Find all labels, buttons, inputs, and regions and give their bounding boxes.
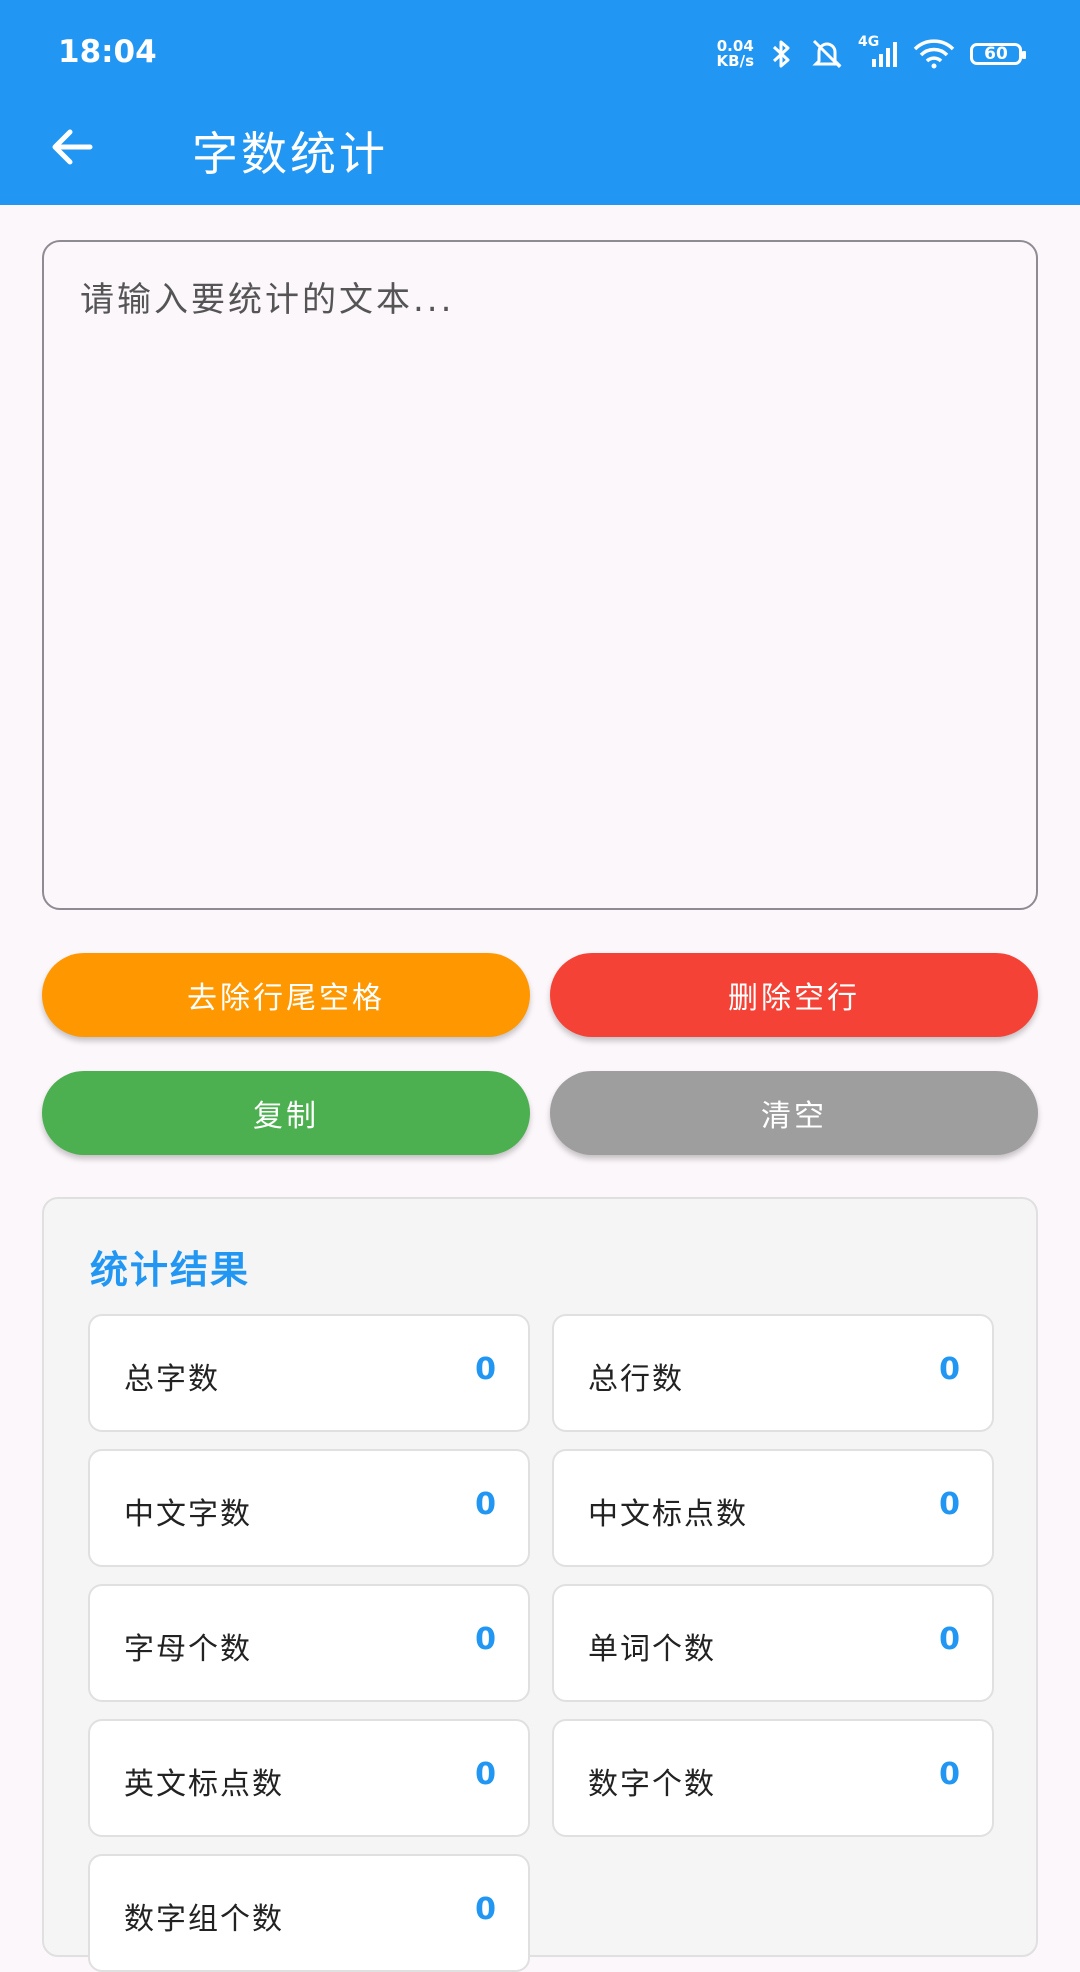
stat-words: 单词个数 0 bbox=[552, 1584, 994, 1702]
stat-label: 单词个数 bbox=[588, 1632, 716, 1667]
stat-total-lines: 总行数 0 bbox=[552, 1314, 994, 1432]
page-title: 字数统计 bbox=[192, 127, 388, 181]
status-icons: 0.04 KB/s 4G 60 bbox=[717, 34, 1026, 70]
stat-chinese-punctuation: 中文标点数 0 bbox=[552, 1449, 994, 1567]
battery-icon: 60 bbox=[970, 43, 1026, 65]
stat-value: 0 bbox=[475, 1487, 496, 1522]
stat-value: 0 bbox=[475, 1892, 496, 1927]
stat-total-chars: 总字数 0 bbox=[88, 1314, 530, 1432]
stat-label: 英文标点数 bbox=[124, 1767, 284, 1802]
stat-label: 数字个数 bbox=[588, 1767, 716, 1802]
net-speed-unit: KB/s bbox=[716, 52, 754, 70]
stats-title: 统计结果 bbox=[90, 1248, 251, 1292]
stat-letters: 字母个数 0 bbox=[88, 1584, 530, 1702]
app-bar: 18:04 0.04 KB/s 4G 60 字数统计 bbox=[0, 0, 1080, 205]
stat-label: 数字组个数 bbox=[124, 1902, 284, 1937]
bluetooth-icon bbox=[772, 40, 790, 68]
battery-level: 60 bbox=[984, 44, 1008, 64]
delete-blank-lines-button[interactable]: 删除空行 bbox=[550, 953, 1038, 1037]
mute-bell-icon bbox=[812, 39, 842, 69]
trim-trailing-spaces-button[interactable]: 去除行尾空格 bbox=[42, 953, 530, 1037]
status-time: 18:04 bbox=[58, 34, 157, 70]
stat-number-groups: 数字组个数 0 bbox=[88, 1854, 530, 1972]
stats-card: 统计结果 总字数 0 总行数 0 中文字数 0 中文标点数 0 字母个数 0 单… bbox=[42, 1197, 1038, 1972]
stat-label: 中文标点数 bbox=[588, 1497, 748, 1532]
arrow-left-icon[interactable] bbox=[46, 120, 100, 174]
stat-english-punctuation: 英文标点数 0 bbox=[88, 1719, 530, 1837]
stat-label: 总行数 bbox=[588, 1362, 684, 1397]
stat-value: 0 bbox=[939, 1622, 960, 1657]
stat-value: 0 bbox=[475, 1757, 496, 1792]
text-input[interactable] bbox=[44, 242, 1036, 908]
clear-button[interactable]: 清空 bbox=[550, 1071, 1038, 1155]
stat-value: 0 bbox=[939, 1352, 960, 1387]
stat-value: 0 bbox=[939, 1757, 960, 1792]
stat-label: 字母个数 bbox=[124, 1632, 252, 1667]
stat-label: 中文字数 bbox=[124, 1497, 252, 1532]
stat-digits: 数字个数 0 bbox=[552, 1719, 994, 1837]
wifi-icon bbox=[913, 39, 955, 69]
copy-button[interactable]: 复制 bbox=[42, 1071, 530, 1155]
net-speed: 0.04 KB/s bbox=[717, 39, 754, 69]
signal-group: 4G bbox=[858, 34, 898, 68]
network-type: 4G bbox=[858, 34, 880, 50]
stat-value: 0 bbox=[939, 1487, 960, 1522]
stat-value: 0 bbox=[475, 1352, 496, 1387]
stat-label: 总字数 bbox=[124, 1362, 220, 1397]
text-input-container bbox=[42, 240, 1038, 910]
stat-value: 0 bbox=[475, 1622, 496, 1657]
stat-chinese-chars: 中文字数 0 bbox=[88, 1449, 530, 1567]
